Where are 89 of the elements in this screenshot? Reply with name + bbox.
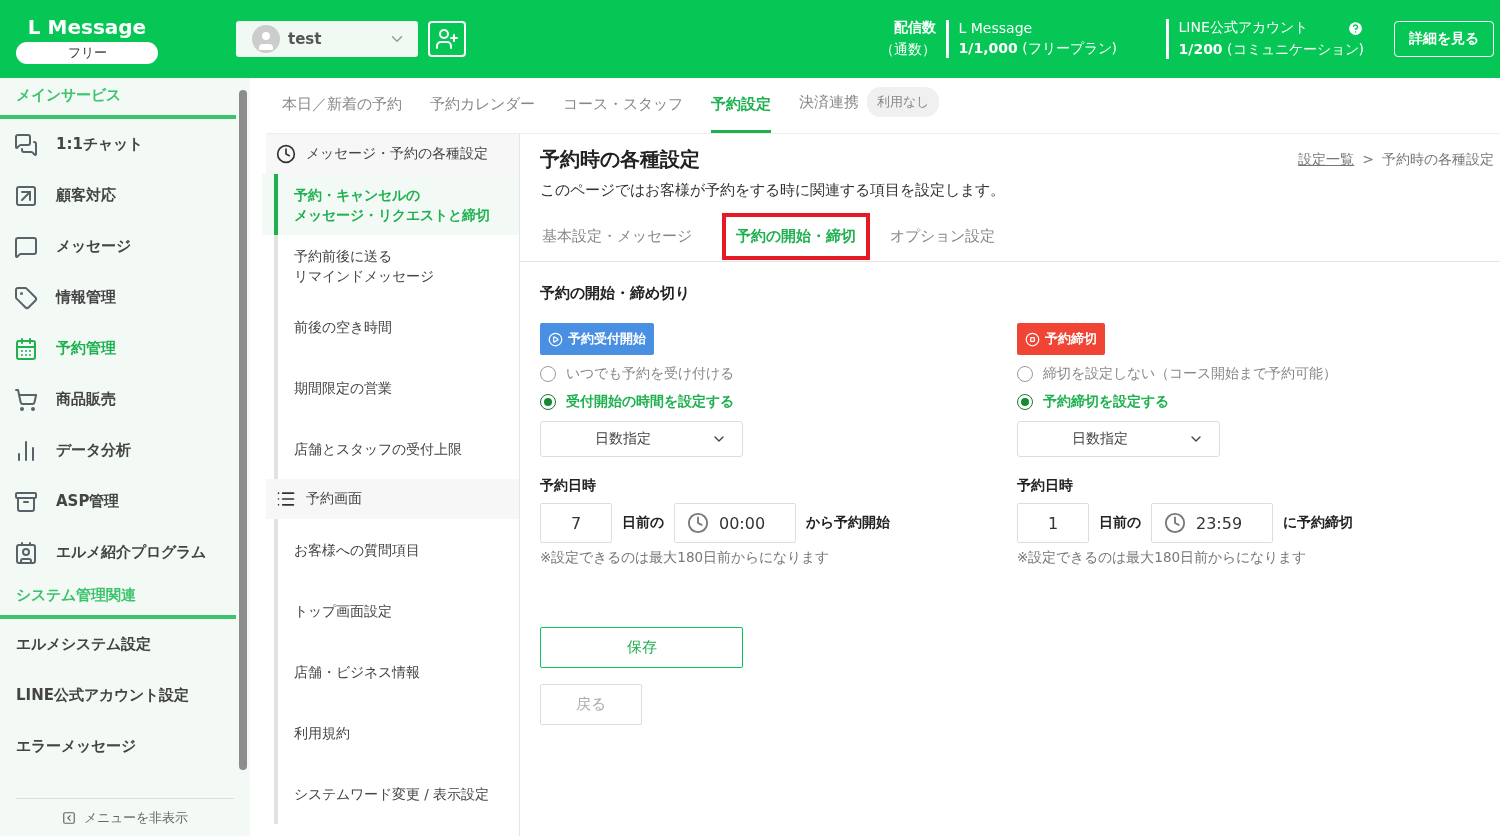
submenu-item[interactable]: システムワード変更 / 表示設定 [274, 763, 519, 824]
stat-value: 1/200 [1178, 41, 1223, 57]
breadcrumb-link[interactable]: 設定一覧 [1298, 150, 1355, 169]
radio-button[interactable] [1017, 394, 1033, 410]
nav-tab[interactable]: コース・スタッフ [563, 83, 683, 133]
sidebar-item[interactable]: 商品販売 [0, 374, 236, 425]
submenu-item[interactable]: 店舗・ビジネス情報 [274, 641, 519, 702]
radio-button[interactable] [540, 366, 556, 382]
hint-text: ※設定できるのは最大180日前からになります [540, 549, 831, 567]
radio-button[interactable] [1017, 366, 1033, 382]
submenu-item[interactable]: 前後の空き時間 [274, 296, 519, 357]
submenu-item[interactable]: お客様への質問項目 [274, 519, 519, 580]
calendar-icon [14, 336, 38, 361]
stop-icon [1025, 331, 1040, 347]
mode-select[interactable]: 日数指定 [1017, 421, 1220, 457]
submenu-item[interactable]: トップ画面設定 [274, 580, 519, 641]
sidebar-item[interactable]: エルメ紹介プログラム [0, 527, 236, 578]
breadcrumb-current: 予約時の各種設定 [1382, 150, 1494, 169]
sidebar-item[interactable]: 顧客対応 [0, 170, 236, 221]
avatar-icon [252, 25, 280, 53]
add-user-icon [435, 27, 459, 51]
sidebar-item[interactable]: LINE公式アカウント設定 [0, 670, 236, 721]
time-suffix: に予約締切 [1283, 514, 1353, 532]
mode-select[interactable]: 日数指定 [540, 421, 743, 457]
clock-icon [276, 144, 296, 164]
sidebar-item[interactable]: エルメシステム設定 [0, 619, 236, 670]
add-user-button[interactable] [428, 21, 466, 57]
submenu-item[interactable]: 利用規約 [274, 702, 519, 763]
sidebar-item[interactable]: 情報管理 [0, 272, 236, 323]
stats-unit: （通数） [879, 41, 936, 59]
section-title: 予約の開始・締め切り [540, 284, 691, 303]
play-icon [548, 331, 563, 347]
nav-tab[interactable]: 予約カレンダー [430, 83, 535, 133]
stats-label: 配信数 [893, 19, 936, 37]
clock-icon [687, 512, 709, 534]
sidebar-item[interactable]: ASP管理 [0, 476, 236, 527]
stat-value: 1/1,000 [958, 40, 1018, 56]
message-icon [14, 234, 38, 259]
sidebar-item[interactable]: メッセージ [0, 221, 236, 272]
submenu-item[interactable]: 期間限定の営業 [274, 357, 519, 418]
days-suffix: 日前の [622, 514, 664, 532]
nav-tab[interactable]: 決済連携 [799, 92, 859, 112]
page-description: このページではお客様が予約をする時に関連する項目を設定します。 [540, 181, 1006, 200]
list-icon [276, 489, 296, 509]
stat-name: L Message [958, 20, 1033, 36]
plan-badge: フリー [16, 41, 158, 64]
sidebar-section-title: システム管理関連 [0, 578, 236, 619]
stat-note: (コミュニケーション) [1227, 41, 1364, 57]
status-label: 予約締切 [1017, 323, 1105, 355]
chat-icon [14, 132, 38, 157]
settings-tab[interactable]: 基本設定・メッセージ [528, 213, 706, 260]
tag-icon [14, 285, 38, 310]
archive-icon [14, 489, 38, 514]
submenu-heading-text: 予約画面 [306, 490, 362, 508]
radio-option[interactable]: いつでも予約を受け付ける [540, 365, 1017, 383]
logo: L Message [27, 14, 147, 39]
account-select[interactable]: test [236, 21, 418, 57]
time-suffix: から予約開始 [806, 514, 890, 532]
scrollbar[interactable] [239, 90, 247, 770]
status-badge: 利用なし [867, 87, 939, 117]
submenu-heading-text: メッセージ・予約の各種設定 [306, 145, 488, 163]
cart-icon [14, 387, 38, 412]
days-field[interactable]: 1 [1017, 503, 1089, 543]
help-icon[interactable] [1347, 19, 1364, 37]
sidebar-item[interactable]: エラーメッセージ [0, 721, 236, 772]
days-suffix: 日前の [1099, 514, 1141, 532]
hint-text: ※設定できるのは最大180日前からになります [1017, 549, 1308, 567]
time-field[interactable]: 00:00 [674, 503, 796, 543]
id-card-icon [14, 540, 38, 565]
stat-name: LINE公式アカウント [1178, 19, 1308, 37]
stat-note: (フリープラン) [1022, 40, 1118, 56]
sidebar-section-title: メインサービス [0, 78, 236, 119]
field-label: 予約日時 [1017, 477, 1074, 495]
settings-tab[interactable]: オプション設定 [876, 213, 1009, 260]
sidebar-item[interactable]: データ分析 [0, 425, 236, 476]
page-title: 予約時の各種設定 [540, 146, 700, 173]
status-label: 予約受付開始 [540, 323, 654, 355]
nav-tab[interactable]: 本日／新着の予約 [282, 83, 402, 133]
sidebar-item[interactable]: 1:1チャット [0, 119, 236, 170]
hide-menu-button[interactable]: メニューを非表示 [16, 798, 234, 836]
days-field[interactable]: 7 [540, 503, 612, 543]
submenu-item[interactable]: 予約前後に送る リマインドメッセージ [274, 235, 519, 296]
collapse-icon [62, 810, 76, 825]
time-field[interactable]: 23:59 [1151, 503, 1273, 543]
clock-icon [1164, 512, 1186, 534]
radio-button[interactable] [540, 394, 556, 410]
field-label: 予約日時 [540, 477, 597, 495]
breadcrumb-separator: > [1362, 150, 1374, 169]
radio-option[interactable]: 締切を設定しない（コース開始まで予約可能） [1017, 365, 1494, 383]
